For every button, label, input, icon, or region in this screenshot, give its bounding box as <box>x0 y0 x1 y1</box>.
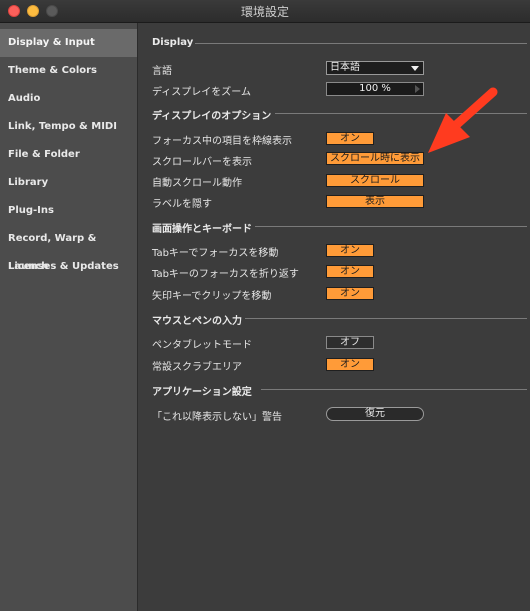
section-heading-keyboard: 画面操作とキーボード <box>152 224 252 235</box>
zoom-value-field[interactable]: 100 % <box>326 82 424 96</box>
sidebar-item-library[interactable]: Library <box>0 169 137 197</box>
permanent-scrub-label: 常設スクラブエリア <box>152 362 242 373</box>
window-title: 環境設定 <box>240 5 289 19</box>
section-divider <box>255 226 527 227</box>
section-heading-display-options: ディスプレイのオプション <box>152 111 272 122</box>
section-heading-display: Display <box>152 37 194 48</box>
sidebar-item-licenses-updates[interactable]: Licenses & Updates <box>0 253 137 281</box>
scrollbars-label: スクロールバーを表示 <box>152 157 252 168</box>
section-heading-pen-input: マウスとペンの入力 <box>152 316 242 327</box>
zoom-label: ディスプレイをズーム <box>152 87 251 98</box>
section-divider <box>195 43 527 44</box>
triangle-right-icon <box>415 85 420 93</box>
tab-focus-label: Tabキーでフォーカスを移動 <box>152 248 279 259</box>
focus-outline-toggle[interactable]: オン <box>326 132 374 145</box>
sidebar-item-display-input[interactable]: Display & Input <box>0 29 137 57</box>
section-heading-app-settings: アプリケーション設定 <box>152 387 252 398</box>
tab-wrap-toggle[interactable]: オン <box>326 265 374 278</box>
language-select[interactable]: 日本語 <box>326 61 424 75</box>
section-divider <box>245 318 527 319</box>
sidebar-item-theme-colors[interactable]: Theme & Colors <box>0 57 137 85</box>
sidebar-item-file-folder[interactable]: File & Folder <box>0 141 137 169</box>
hide-labels-label: ラベルを隠す <box>152 199 212 210</box>
permanent-scrub-toggle[interactable]: オン <box>326 358 374 371</box>
auto-scroll-label: 自動スクロール動作 <box>152 178 242 189</box>
preferences-panel: Display 言語 日本語 ディスプレイをズーム 100 % ディスプレイのオ… <box>138 23 530 611</box>
section-divider <box>275 113 527 114</box>
pen-tablet-mode-toggle[interactable]: オフ <box>326 336 374 349</box>
restore-warnings-button[interactable]: 復元 <box>326 407 424 421</box>
sidebar-item-plug-ins[interactable]: Plug-Ins <box>0 197 137 225</box>
arrow-keys-clip-toggle[interactable]: オン <box>326 287 374 300</box>
arrow-keys-clip-label: 矢印キーでクリップを移動 <box>152 291 272 302</box>
focus-outline-label: フォーカス中の項目を枠線表示 <box>152 136 292 147</box>
language-label: 言語 <box>152 66 172 77</box>
pen-tablet-mode-label: ペンタブレットモード <box>152 340 252 351</box>
hide-labels-option[interactable]: 表示 <box>326 195 424 208</box>
section-divider <box>261 389 527 390</box>
sidebar-item-link-tempo-midi[interactable]: Link, Tempo & MIDI <box>0 113 137 141</box>
dont-show-again-warnings-label: 「これ以降表示しない」警告 <box>152 412 282 423</box>
preferences-sidebar: Display & Input Theme & Colors Audio Lin… <box>0 23 138 611</box>
zoom-value: 100 % <box>359 83 391 94</box>
scrollbars-option[interactable]: スクロール時に表示 <box>326 152 424 165</box>
sidebar-item-record-warp-launch[interactable]: Record, Warp & Launch <box>0 225 137 272</box>
language-value: 日本語 <box>330 62 360 73</box>
auto-scroll-option[interactable]: スクロール <box>326 174 424 187</box>
chevron-down-icon <box>411 66 419 71</box>
tab-focus-toggle[interactable]: オン <box>326 244 374 257</box>
tab-wrap-label: Tabキーのフォーカスを折り返す <box>152 269 299 280</box>
title-bar: 環境設定 <box>0 0 530 23</box>
sidebar-item-audio[interactable]: Audio <box>0 85 137 113</box>
